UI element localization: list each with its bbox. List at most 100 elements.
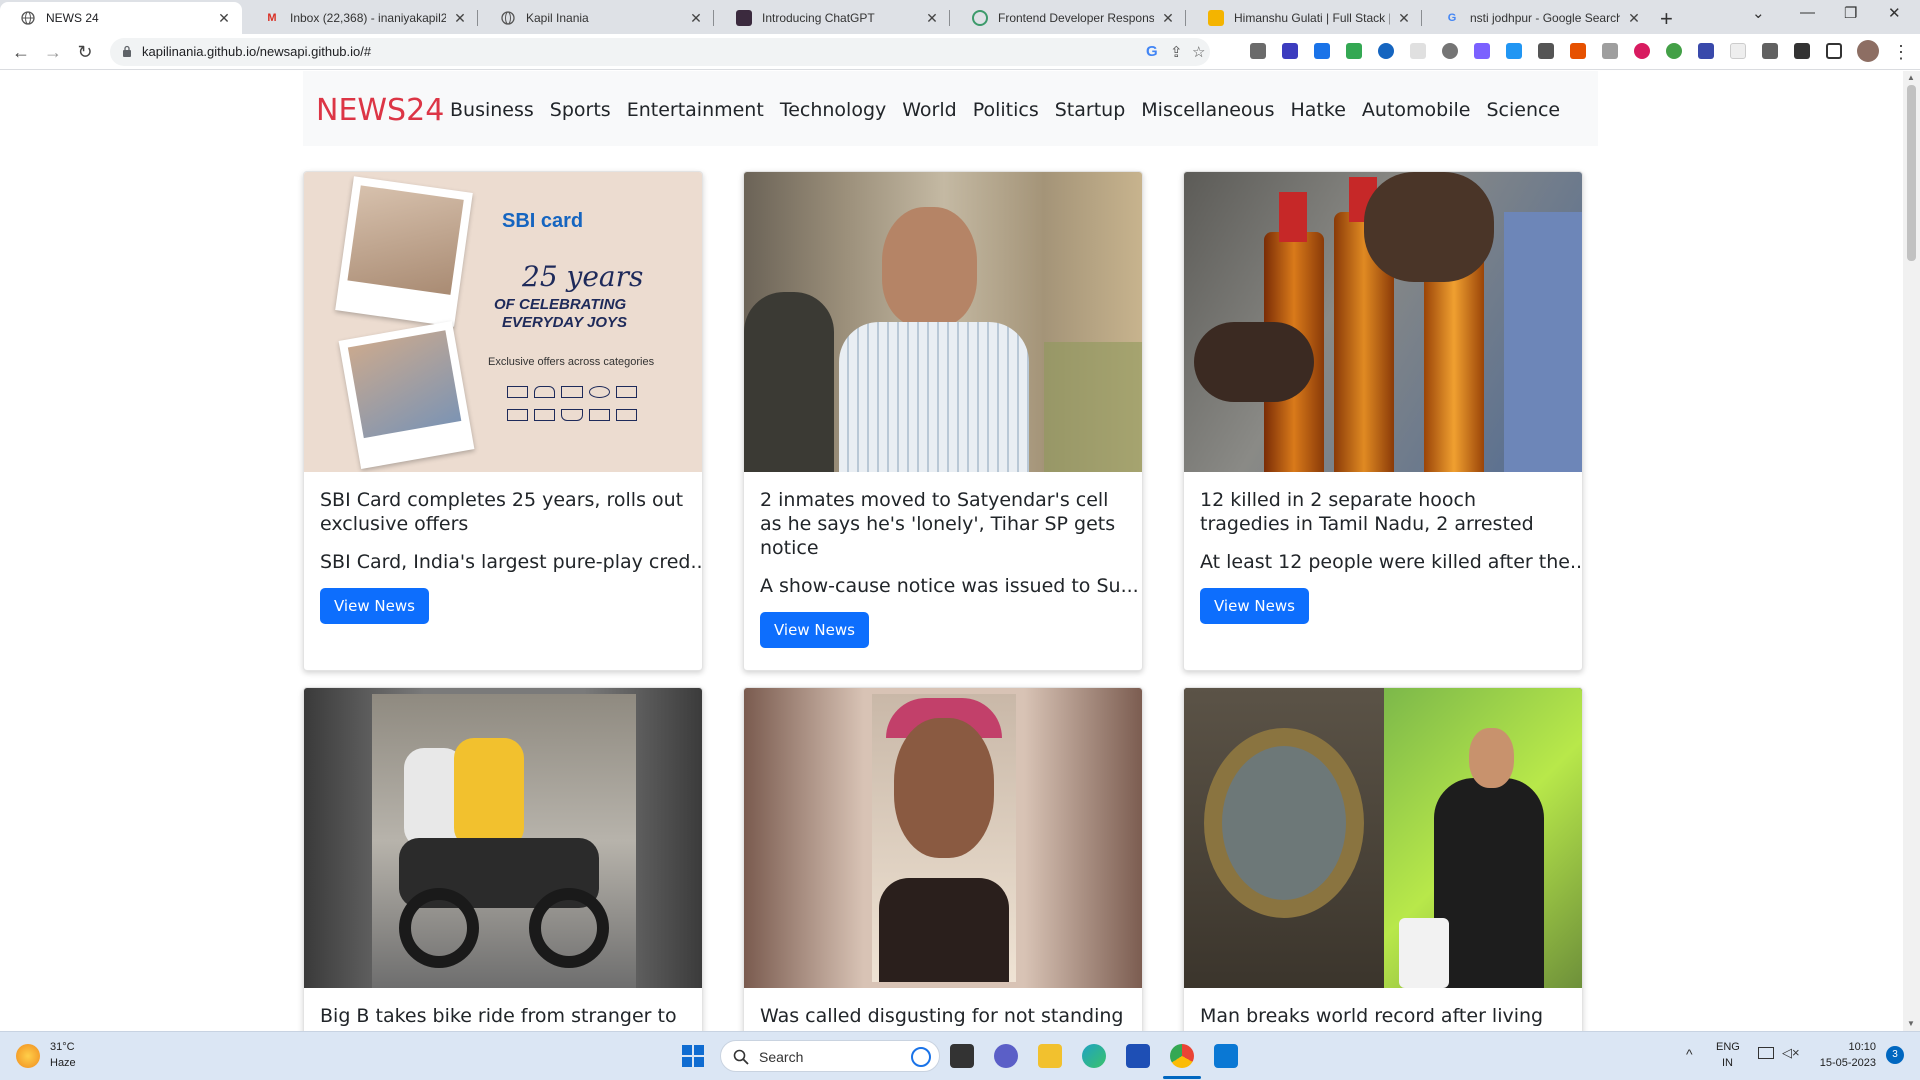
- avatar[interactable]: [1857, 40, 1879, 62]
- google-lens-icon[interactable]: G: [1146, 43, 1158, 60]
- nav-link-technology[interactable]: Technology: [780, 99, 886, 121]
- card-title: SBI Card completes 25 years, rolls out e…: [320, 489, 684, 535]
- weather-icon[interactable]: [16, 1044, 40, 1068]
- site-brand[interactable]: NEWS24: [316, 93, 444, 128]
- gmail-icon: M: [267, 12, 277, 24]
- extension-icon[interactable]: [1538, 43, 1554, 59]
- extension-icon[interactable]: [1666, 43, 1682, 59]
- man-in-checked-shirt-image: [744, 172, 1142, 472]
- tab-frontend-dev[interactable]: Frontend Developer Responsibi ✕: [952, 2, 1186, 34]
- share-icon[interactable]: ⇪: [1170, 43, 1183, 61]
- reload-icon[interactable]: ↻: [74, 41, 96, 63]
- clock-time[interactable]: 10:10: [1816, 1041, 1876, 1053]
- extension-icon[interactable]: [1506, 43, 1522, 59]
- task-view-icon[interactable]: [950, 1044, 974, 1068]
- vscode-icon[interactable]: [1214, 1044, 1238, 1068]
- translate-icon[interactable]: [1314, 43, 1330, 59]
- close-window-icon[interactable]: ✕: [1888, 4, 1901, 22]
- teams-icon[interactable]: [994, 1044, 1018, 1068]
- maximize-icon[interactable]: ❐: [1844, 4, 1857, 22]
- windows-taskbar: 31°C Haze Search ^ ENG IN ◁× 10:10 15-05…: [0, 1031, 1920, 1080]
- extension-icon[interactable]: [1378, 43, 1394, 59]
- promo-offers-text: Exclusive offers across categories: [488, 356, 655, 368]
- extension-icon[interactable]: [1346, 43, 1362, 59]
- view-news-button[interactable]: View News: [320, 588, 429, 624]
- nav-link-miscellaneous[interactable]: Miscellaneous: [1141, 99, 1274, 121]
- nav-link-hatke[interactable]: Hatke: [1291, 99, 1346, 121]
- site-icon: [972, 10, 988, 26]
- store-icon[interactable]: [1126, 1044, 1150, 1068]
- tab-himanshu[interactable]: Himanshu Gulati | Full Stack | Da ✕: [1188, 2, 1422, 34]
- puzzle-icon[interactable]: [1794, 43, 1810, 59]
- page-content: NEWS24 Business Sports Entertainment Tec…: [0, 71, 1900, 1031]
- eyedropper-icon[interactable]: [1602, 43, 1618, 59]
- nav-link-sports[interactable]: Sports: [550, 99, 611, 121]
- nav-link-entertainment[interactable]: Entertainment: [627, 99, 764, 121]
- nav-link-world[interactable]: World: [902, 99, 956, 121]
- volume-muted-icon[interactable]: ◁×: [1782, 1045, 1800, 1061]
- page-scrollbar[interactable]: ▲ ▼: [1903, 71, 1920, 1031]
- extension-icon[interactable]: [1442, 43, 1458, 59]
- view-news-button[interactable]: View News: [760, 612, 869, 648]
- news-card: SBI card 25 years OF CELEBRATING EVERYDA…: [303, 171, 703, 671]
- nav-link-politics[interactable]: Politics: [973, 99, 1039, 121]
- show-hidden-icons[interactable]: ^: [1686, 1046, 1693, 1062]
- menu-dots-icon[interactable]: ⋮: [1890, 41, 1912, 63]
- scroll-up-icon[interactable]: ▲: [1907, 73, 1915, 82]
- clock-date[interactable]: 15-05-2023: [1814, 1057, 1876, 1069]
- weather-temp: 31°C: [50, 1041, 75, 1053]
- language-bottom[interactable]: IN: [1722, 1057, 1733, 1069]
- bookmark-star-icon[interactable]: ☆: [1192, 43, 1205, 61]
- extension-icon[interactable]: [1634, 43, 1650, 59]
- extension-icon[interactable]: [1762, 43, 1778, 59]
- nav-link-business[interactable]: Business: [450, 99, 534, 121]
- address-bar[interactable]: kapilinania.github.io/newsapi.github.io/…: [110, 38, 1210, 66]
- tab-chatgpt[interactable]: Introducing ChatGPT ✕: [716, 2, 950, 34]
- close-tab-icon[interactable]: ✕: [924, 10, 940, 27]
- network-icon[interactable]: [1758, 1047, 1774, 1059]
- back-arrow-icon[interactable]: ←: [10, 41, 32, 63]
- notification-badge[interactable]: 3: [1886, 1046, 1904, 1064]
- close-tab-icon[interactable]: ✕: [1160, 10, 1176, 27]
- close-tab-icon[interactable]: ✕: [452, 10, 468, 27]
- side-panel-icon[interactable]: [1826, 43, 1842, 59]
- extension-icon[interactable]: [1730, 43, 1746, 59]
- extension-icon[interactable]: [1250, 43, 1266, 59]
- promo-line2-text: EVERYDAY JOYS: [502, 314, 628, 331]
- scrollbar-thumb[interactable]: [1907, 85, 1916, 261]
- close-tab-icon[interactable]: ✕: [1626, 10, 1642, 27]
- news-card: Man breaks world record after living: [1183, 687, 1583, 1031]
- minimize-icon[interactable]: —: [1800, 4, 1815, 21]
- extension-icon[interactable]: [1282, 43, 1298, 59]
- nav-link-automobile[interactable]: Automobile: [1362, 99, 1471, 121]
- language-top[interactable]: ENG: [1716, 1041, 1740, 1053]
- close-tab-icon[interactable]: ✕: [216, 10, 232, 27]
- extension-icon[interactable]: [1474, 43, 1490, 59]
- tab-search-icon[interactable]: ⌄: [1752, 4, 1765, 22]
- lock-icon: [123, 45, 131, 57]
- tab-kapil-inania[interactable]: Kapil Inania ✕: [480, 2, 714, 34]
- promo-years-text: 25 years: [522, 260, 644, 293]
- view-news-button[interactable]: View News: [1200, 588, 1309, 624]
- tab-google-search[interactable]: G nsti jodhpur - Google Search ✕: [1424, 2, 1652, 34]
- file-explorer-icon[interactable]: [1038, 1044, 1062, 1068]
- windows-start-icon[interactable]: [682, 1045, 704, 1067]
- close-tab-icon[interactable]: ✕: [1396, 10, 1412, 27]
- chrome-icon[interactable]: [1170, 1044, 1194, 1068]
- extension-icon[interactable]: [1570, 43, 1586, 59]
- globe-icon: [500, 10, 516, 26]
- close-tab-icon[interactable]: ✕: [688, 10, 704, 27]
- nav-link-science[interactable]: Science: [1486, 99, 1560, 121]
- nav-link-startup[interactable]: Startup: [1055, 99, 1126, 121]
- new-tab-button[interactable]: +: [1660, 6, 1673, 32]
- scroll-down-icon[interactable]: ▼: [1907, 1019, 1915, 1028]
- forward-arrow-icon[interactable]: →: [42, 41, 64, 63]
- extension-icon[interactable]: [1698, 43, 1714, 59]
- weather-desc: Haze: [50, 1057, 76, 1069]
- tab-gmail[interactable]: M Inbox (22,368) - inaniyakapil200 ✕: [244, 2, 478, 34]
- tab-news24[interactable]: NEWS 24 ✕: [0, 2, 242, 34]
- taskbar-search[interactable]: Search: [720, 1040, 940, 1072]
- edge-icon[interactable]: [1082, 1044, 1106, 1068]
- extension-icon[interactable]: [1410, 43, 1426, 59]
- news-card: 2 inmates moved to Satyendar's cell as h…: [743, 171, 1143, 671]
